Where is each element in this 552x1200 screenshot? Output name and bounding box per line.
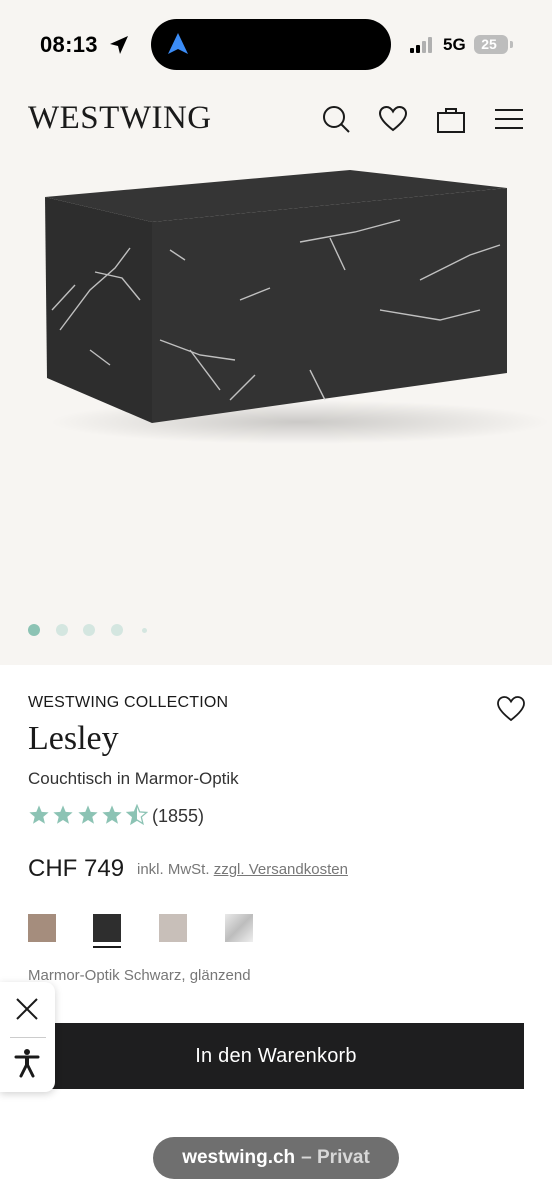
swatch-black[interactable] [93, 914, 121, 942]
gallery-dot[interactable] [56, 624, 68, 636]
selected-swatch-indicator [93, 946, 121, 948]
shipping-costs-link[interactable]: zzgl. Versandkosten [214, 861, 348, 878]
divider [10, 1037, 46, 1038]
gallery-dot[interactable] [28, 624, 40, 636]
url-domain: westwing.ch [182, 1147, 296, 1168]
swatch-silver[interactable] [225, 914, 253, 942]
network-type: 5G [443, 35, 466, 54]
add-to-cart-button[interactable]: In den Warenkorb [28, 1023, 524, 1089]
heart-icon[interactable] [378, 104, 408, 134]
star-full-icon [78, 805, 98, 824]
wishlist-heart-icon[interactable] [496, 695, 526, 723]
dynamic-island [151, 19, 391, 70]
close-icon[interactable] [14, 996, 40, 1022]
menu-icon[interactable] [494, 104, 524, 134]
star-half-icon [126, 804, 148, 826]
swatch-taupe[interactable] [28, 914, 56, 942]
gallery-dot[interactable] [111, 624, 123, 636]
vat-text: inkl. MwSt. [137, 861, 210, 878]
clock: 08:13 [40, 32, 98, 57]
battery-icon: 25 [474, 35, 508, 54]
accessibility-icon[interactable] [14, 1048, 40, 1078]
signal-icon [410, 37, 432, 53]
tax-note: inkl. MwSt. zzgl. Versandkosten [137, 861, 348, 878]
status-bar: 08:13 5G 25 [0, 0, 552, 90]
private-mode-label: – Privat [301, 1147, 370, 1168]
product-image[interactable] [0, 160, 552, 665]
selected-variant-label: Marmor-Optik Schwarz, glänzend [28, 967, 251, 984]
site-header: WESTWING [0, 90, 552, 160]
product-gallery[interactable] [0, 160, 552, 665]
gallery-dot[interactable] [142, 628, 147, 633]
star-full-icon [29, 805, 49, 824]
search-icon[interactable] [321, 104, 351, 134]
battery-cap [510, 41, 513, 48]
location-arrow-icon [110, 36, 128, 54]
star-full-icon [53, 805, 73, 824]
battery-level: 25 [481, 36, 497, 52]
westwing-logo[interactable]: WESTWING [28, 100, 212, 137]
swatch-greige[interactable] [159, 914, 187, 942]
star-full-icon [102, 805, 122, 824]
browser-url-bar[interactable]: westwing.ch – Privat [153, 1137, 399, 1179]
gallery-dot[interactable] [83, 624, 95, 636]
product-title: Lesley [28, 720, 119, 757]
navigation-icon [168, 33, 188, 54]
product-subtitle: Couchtisch in Marmor-Optik [28, 769, 239, 788]
rating-count[interactable]: (1855) [152, 806, 204, 827]
product-price: CHF 749 [28, 855, 125, 882]
product-brand[interactable]: WESTWING COLLECTION [28, 694, 228, 712]
accessibility-widget [0, 982, 55, 1092]
shopping-bag-icon[interactable] [436, 104, 466, 134]
